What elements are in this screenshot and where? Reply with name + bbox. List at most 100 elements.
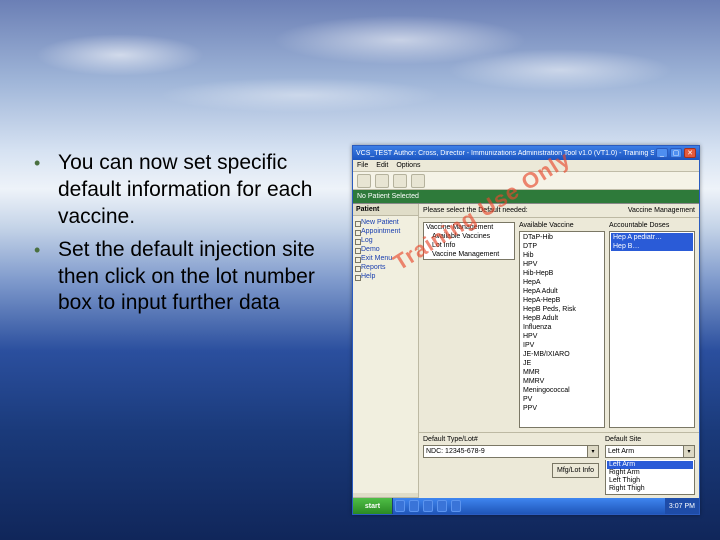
list-item[interactable]: Hep A pediatr… bbox=[611, 233, 693, 242]
nav-item[interactable]: Available Vaccines bbox=[424, 232, 514, 241]
nav-tree-panel: Vaccine Management Available Vaccines Lo… bbox=[419, 218, 515, 432]
nav-item[interactable]: Vaccine Management bbox=[424, 223, 514, 232]
menubar: File Edit Options bbox=[353, 160, 699, 172]
task-item[interactable] bbox=[423, 500, 433, 512]
window-title: VCS_TEST Author: Cross, Director - Immun… bbox=[356, 150, 654, 157]
lot-column: Default Type/Lot# NDC: 12345-678-9 ▾ Mfg… bbox=[423, 436, 599, 495]
instruction-label: Please select the Default needed: bbox=[423, 207, 528, 214]
system-tray[interactable]: 3:07 PM bbox=[665, 498, 699, 514]
instruction-row: Please select the Default needed: Vaccin… bbox=[419, 204, 699, 218]
bullet-text: You can now set specific default informa… bbox=[58, 151, 312, 228]
list-item[interactable]: HepA bbox=[521, 278, 603, 287]
site-option[interactable]: Right Thigh bbox=[607, 485, 693, 493]
site-value: Left Arm bbox=[606, 448, 683, 455]
minimize-icon[interactable]: _ bbox=[656, 148, 668, 158]
toolbar bbox=[353, 172, 699, 190]
accountable-listbox[interactable]: Hep A pediatr… Hep B… bbox=[609, 231, 695, 428]
menu-item[interactable]: Options bbox=[396, 162, 420, 169]
list-item[interactable]: HepA Adult bbox=[521, 287, 603, 296]
list-item[interactable]: Meningococcal bbox=[521, 386, 603, 395]
sidebar-item[interactable]: Reports bbox=[355, 263, 416, 272]
list-item[interactable]: PPV bbox=[521, 404, 603, 413]
column-header: Accountable Doses bbox=[609, 222, 695, 229]
lot-combo[interactable]: NDC: 12345-678-9 ▾ bbox=[423, 445, 599, 458]
section-label: Vaccine Management bbox=[628, 207, 695, 214]
bottom-panel: Default Type/Lot# NDC: 12345-678-9 ▾ Mfg… bbox=[419, 432, 699, 498]
patient-status: No Patient Selected bbox=[357, 193, 419, 200]
nav-tree[interactable]: Vaccine Management Available Vaccines Lo… bbox=[423, 222, 515, 260]
app-body: Patient New Patient Appointment Log Demo… bbox=[353, 204, 699, 498]
main-panel: Please select the Default needed: Vaccin… bbox=[419, 204, 699, 498]
list-item[interactable]: MMR bbox=[521, 368, 603, 377]
list-item[interactable]: HepB Peds, Risk bbox=[521, 305, 603, 314]
task-item[interactable] bbox=[451, 500, 461, 512]
available-listbox[interactable]: DTaP-Hib DTP Hib HPV Hib-HepB HepA HepA … bbox=[519, 231, 605, 428]
main-wrap: Vaccine Management Available Vaccines Lo… bbox=[419, 218, 699, 432]
list-item[interactable]: Influenza bbox=[521, 323, 603, 332]
list-item[interactable]: JE-MB/IXIARO bbox=[521, 350, 603, 359]
close-icon[interactable]: ✕ bbox=[684, 148, 696, 158]
list-item[interactable]: MMRV bbox=[521, 377, 603, 386]
list-item[interactable]: PV bbox=[521, 395, 603, 404]
bullet-dot-icon: • bbox=[34, 239, 40, 262]
site-option[interactable]: Left Arm bbox=[607, 461, 693, 469]
taskbar: start 3:07 PM bbox=[353, 498, 699, 514]
site-combo[interactable]: Left Arm ▾ bbox=[605, 445, 695, 458]
toolbar-button[interactable] bbox=[393, 174, 407, 188]
sidebar-item[interactable]: Demo bbox=[355, 245, 416, 254]
bullet-item: • You can now set specific default inform… bbox=[34, 150, 334, 231]
bullet-item: • Set the default injection site then cli… bbox=[34, 237, 334, 318]
lot-value: NDC: 12345-678-9 bbox=[424, 448, 587, 455]
toolbar-button[interactable] bbox=[411, 174, 425, 188]
field-label: Default Site bbox=[605, 436, 695, 443]
site-options-list[interactable]: Left Arm Right Arm Left Thigh Right Thig… bbox=[605, 460, 695, 495]
sidebar-item[interactable]: Help bbox=[355, 272, 416, 281]
chevron-down-icon[interactable]: ▾ bbox=[683, 446, 694, 457]
list-item[interactable]: IPV bbox=[521, 341, 603, 350]
list-item[interactable]: DTaP-Hib bbox=[521, 233, 603, 242]
nav-item[interactable]: Vaccine Management bbox=[424, 250, 514, 259]
sidebar-item[interactable]: Log bbox=[355, 236, 416, 245]
site-option[interactable]: Right Arm bbox=[607, 469, 693, 477]
menu-item[interactable]: File bbox=[357, 162, 368, 169]
list-item[interactable]: Hib bbox=[521, 251, 603, 260]
sidebar-item[interactable]: New Patient bbox=[355, 218, 416, 227]
list-item[interactable]: Hib-HepB bbox=[521, 269, 603, 278]
list-item[interactable]: JE bbox=[521, 359, 603, 368]
list-item[interactable]: DTP bbox=[521, 242, 603, 251]
patient-bar: No Patient Selected bbox=[353, 190, 699, 204]
available-column: Available Vaccine DTaP-Hib DTP Hib HPV H… bbox=[519, 222, 605, 428]
list-item[interactable]: HepB Adult bbox=[521, 314, 603, 323]
menu-item[interactable]: Edit bbox=[376, 162, 388, 169]
titlebar[interactable]: VCS_TEST Author: Cross, Director - Immun… bbox=[353, 146, 699, 160]
chevron-down-icon[interactable]: ▾ bbox=[587, 446, 598, 457]
bullet-dot-icon: • bbox=[34, 152, 40, 175]
maximize-icon[interactable]: ▢ bbox=[670, 148, 682, 158]
clock: 3:07 PM bbox=[669, 503, 695, 510]
content-columns: Available Vaccine DTaP-Hib DTP Hib HPV H… bbox=[515, 218, 699, 432]
task-item[interactable] bbox=[409, 500, 419, 512]
site-option[interactable]: Left Thigh bbox=[607, 477, 693, 485]
site-column: Default Site Left Arm ▾ Left Arm Right A… bbox=[605, 436, 695, 495]
task-item[interactable] bbox=[395, 500, 405, 512]
list-item[interactable]: HepA-HepB bbox=[521, 296, 603, 305]
bullet-list: • You can now set specific default inform… bbox=[34, 150, 334, 323]
task-item[interactable] bbox=[437, 500, 447, 512]
sidebar-item[interactable]: Exit Menu bbox=[355, 254, 416, 263]
list-item[interactable]: HPV bbox=[521, 260, 603, 269]
sidebar-header: Patient bbox=[353, 204, 418, 216]
app-window: VCS_TEST Author: Cross, Director - Immun… bbox=[352, 145, 700, 515]
start-button[interactable]: start bbox=[353, 498, 393, 514]
accountable-column: Accountable Doses Hep A pediatr… Hep B… bbox=[609, 222, 695, 428]
field-label: Default Type/Lot# bbox=[423, 436, 599, 443]
list-item[interactable]: HPV bbox=[521, 332, 603, 341]
nav-item[interactable]: Lot Info bbox=[424, 241, 514, 250]
toolbar-button[interactable] bbox=[357, 174, 371, 188]
toolbar-button[interactable] bbox=[375, 174, 389, 188]
sidebar: Patient New Patient Appointment Log Demo… bbox=[353, 204, 419, 498]
lot-info-button[interactable]: Mfg/Lot Info bbox=[552, 463, 599, 478]
sidebar-item[interactable]: Appointment bbox=[355, 227, 416, 236]
list-item[interactable]: Hep B… bbox=[611, 242, 693, 251]
bullet-text: Set the default injection site then clic… bbox=[58, 238, 315, 315]
sidebar-tree: New Patient Appointment Log Demo Exit Me… bbox=[353, 216, 418, 493]
